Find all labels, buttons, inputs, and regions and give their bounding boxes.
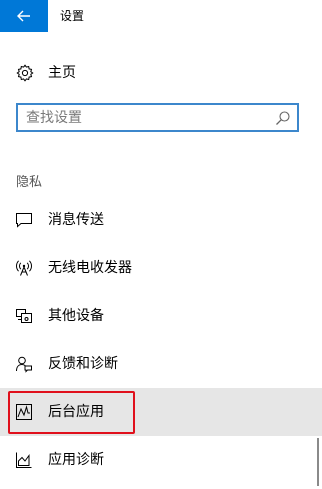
sidebar-item-label: 无线电收发器	[48, 260, 132, 276]
title-bar: 设置	[0, 0, 322, 32]
sidebar-item-background-apps[interactable]: 后台应用	[0, 388, 322, 436]
nav-item-home[interactable]: 主页	[0, 56, 322, 90]
sidebar-item-messaging[interactable]: 消息传送	[0, 196, 322, 244]
sidebar-item-label: 其他设备	[48, 308, 104, 324]
scrollbar[interactable]	[317, 438, 319, 486]
sidebar-item-feedback-diagnostics[interactable]: 反馈和诊断	[0, 340, 322, 388]
back-button[interactable]	[0, 0, 48, 32]
search-icon[interactable]	[275, 110, 291, 126]
devices-icon	[16, 309, 32, 323]
sidebar-item-radios[interactable]: 无线电收发器	[0, 244, 322, 292]
sidebar-item-label: 反馈和诊断	[48, 356, 118, 372]
sidebar-item-app-diagnostics[interactable]: 应用诊断	[0, 436, 322, 484]
home-label: 主页	[48, 65, 76, 81]
message-icon	[16, 213, 32, 228]
background-apps-icon	[16, 404, 32, 420]
feedback-icon	[16, 356, 32, 373]
app-diagnostics-icon	[16, 452, 32, 468]
window-title: 设置	[60, 9, 85, 23]
radio-antenna-icon	[16, 260, 32, 276]
sidebar-item-label: 应用诊断	[48, 452, 104, 468]
back-arrow-icon	[17, 10, 30, 22]
section-header-privacy: 隐私	[16, 175, 43, 190]
gear-icon	[16, 64, 34, 82]
sidebar-item-label: 消息传送	[48, 212, 104, 228]
sidebar-item-other-devices[interactable]: 其他设备	[0, 292, 322, 340]
search-input[interactable]	[26, 108, 266, 127]
search-box[interactable]	[16, 103, 299, 132]
sidebar-item-label: 后台应用	[48, 404, 104, 420]
